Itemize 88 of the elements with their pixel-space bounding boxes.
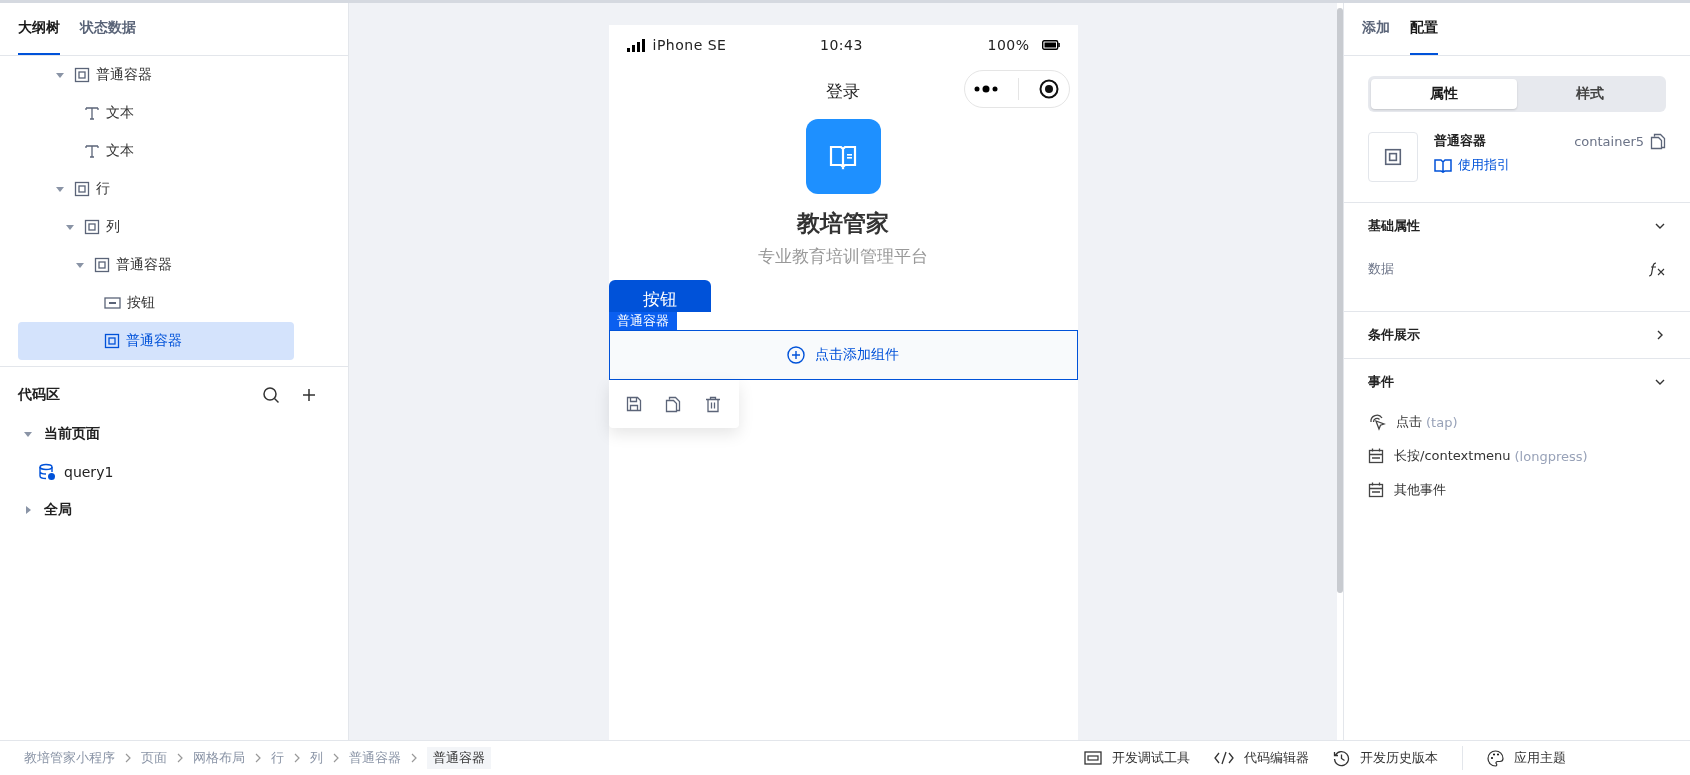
panel-tab[interactable]: 添加: [1362, 3, 1390, 55]
caret-down-icon[interactable]: [24, 430, 32, 438]
tree-item[interactable]: 文本: [18, 94, 294, 132]
tree-item[interactable]: 按钮: [18, 284, 294, 322]
toolbar-button[interactable]: 开发调试工具: [1084, 749, 1190, 767]
add-icon[interactable]: [302, 388, 316, 402]
segment-tab[interactable]: 样式: [1517, 79, 1663, 109]
copy-icon[interactable]: [1650, 132, 1666, 150]
chevron-right-icon: [176, 753, 184, 763]
formula-icon[interactable]: [1648, 261, 1666, 277]
chevron-right-icon: [124, 753, 132, 763]
tree-item[interactable]: 行: [18, 170, 294, 208]
segment-tab[interactable]: 属性: [1371, 79, 1517, 109]
pointer-icon: [1368, 413, 1386, 431]
search-icon[interactable]: [262, 386, 280, 404]
book-icon: [829, 143, 857, 170]
signal-icon: [626, 38, 645, 52]
target-icon[interactable]: [1038, 79, 1059, 99]
window-icon: [1084, 751, 1102, 765]
text-icon: [84, 143, 100, 159]
calendar-icon: [1368, 448, 1384, 464]
event-name[interactable]: 点击: [1396, 413, 1422, 431]
event-hint: (longpress): [1514, 448, 1588, 464]
database-icon: [38, 463, 56, 481]
panel-tab[interactable]: 配置: [1410, 3, 1438, 55]
tree-item[interactable]: 普通容器: [18, 322, 294, 360]
add-component-area[interactable]: 点击添加组件: [608, 330, 1078, 380]
caret-down-icon[interactable]: [76, 261, 84, 269]
tree-item[interactable]: 列: [18, 208, 294, 246]
toolbar-button[interactable]: 代码编辑器: [1214, 749, 1309, 767]
battery-icon: [1041, 40, 1060, 50]
event-hint: (tap): [1426, 414, 1458, 430]
calendar-icon: [1368, 482, 1384, 498]
field-label: 数据: [1368, 260, 1394, 278]
component-id: container5: [1574, 133, 1644, 149]
section-title: 代码区: [18, 386, 61, 404]
tree-item[interactable]: 文本: [18, 132, 294, 170]
container-icon: [74, 67, 90, 83]
component-name: 普通容器: [1434, 132, 1487, 150]
plus-circle-icon: [787, 346, 805, 364]
chevron-right-icon: [293, 753, 301, 763]
app-tagline: 专业教育培训管理平台: [758, 245, 928, 268]
code-icon: [1214, 751, 1234, 765]
panel-tab[interactable]: 大纲树: [18, 3, 60, 55]
more-icon[interactable]: [974, 85, 999, 93]
chevron-right-icon: [254, 753, 262, 763]
page-title: 登录: [826, 79, 860, 103]
panel-tab[interactable]: 状态数据: [80, 3, 136, 55]
text-icon: [84, 105, 100, 121]
caret-down-icon[interactable]: [56, 185, 64, 193]
app-name: 教培管家: [797, 209, 889, 238]
save-icon[interactable]: [626, 396, 643, 412]
scrollbar[interactable]: [1337, 8, 1343, 593]
query-item[interactable]: query1: [64, 464, 114, 480]
breadcrumb-item[interactable]: 普通容器: [427, 747, 491, 769]
container-icon: [84, 219, 100, 235]
caret-right-icon[interactable]: [24, 506, 32, 514]
section-title[interactable]: 基础属性: [1368, 217, 1420, 235]
button-icon: [104, 296, 121, 310]
trash-icon[interactable]: [704, 395, 721, 413]
event-name[interactable]: 长按/contextmenu: [1394, 447, 1511, 465]
container-icon: [74, 181, 90, 197]
section-title[interactable]: 事件: [1368, 373, 1394, 391]
tree-item[interactable]: 普通容器: [18, 56, 294, 94]
status-time: 10:43: [820, 37, 864, 53]
group-label[interactable]: 全局: [44, 501, 72, 519]
component-icon: [1368, 132, 1418, 182]
chevron-right-icon: [410, 753, 418, 763]
copy-icon[interactable]: [665, 395, 682, 413]
palette-icon: [1487, 749, 1504, 767]
group-label[interactable]: 当前页面: [44, 425, 100, 443]
container-icon: [104, 333, 120, 349]
event-name[interactable]: 其他事件: [1394, 481, 1446, 499]
history-icon: [1333, 749, 1350, 767]
tree-item[interactable]: 普通容器: [18, 246, 294, 284]
device-name: iPhone SE: [652, 37, 728, 53]
toolbar-button[interactable]: 开发历史版本: [1333, 749, 1438, 767]
container-icon: [94, 257, 110, 273]
toolbar-button[interactable]: 应用主题: [1487, 749, 1566, 767]
book-icon: [1434, 157, 1452, 173]
selection-label: 普通容器: [608, 312, 677, 330]
caret-down-icon[interactable]: [66, 223, 74, 231]
section-title[interactable]: 条件展示: [1368, 326, 1420, 344]
caret-down-icon[interactable]: [56, 71, 64, 79]
chevron-right-icon: [332, 753, 340, 763]
primary-button[interactable]: 按钮: [608, 280, 711, 312]
guide-link[interactable]: 使用指引: [1434, 156, 1510, 174]
battery-level: 100%: [987, 37, 1030, 53]
